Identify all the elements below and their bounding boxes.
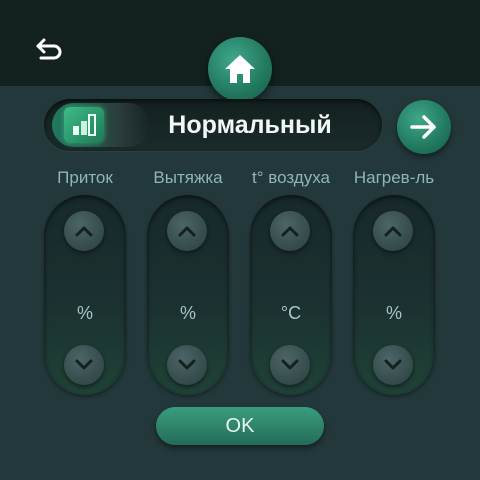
heater-value: %: [385, 303, 402, 323]
chevron-down-icon: [75, 359, 93, 370]
column-header-exhaust: Вытяжка: [153, 168, 223, 187]
air-temp-control: °C: [250, 195, 332, 395]
supply-value: %: [76, 303, 93, 323]
chevron-down-icon: [384, 359, 402, 370]
heater-control: %: [353, 195, 435, 395]
arrow-right-icon: [410, 115, 436, 139]
signal-bars-icon: [64, 107, 104, 143]
air-temp-decrease-button[interactable]: [270, 345, 310, 385]
exhaust-decrease-button[interactable]: [167, 345, 207, 385]
chevron-up-icon: [75, 226, 93, 237]
supply-decrease-button[interactable]: [64, 345, 104, 385]
exhaust-value: %: [179, 303, 196, 323]
column-header-supply: Приток: [57, 168, 113, 187]
exhaust-control: %: [147, 195, 229, 395]
air-temp-increase-button[interactable]: [270, 211, 310, 251]
mode-icon-highlight: [52, 103, 150, 147]
next-mode-button[interactable]: [397, 100, 451, 154]
ok-button[interactable]: OK: [156, 407, 324, 445]
back-arrow-icon: [36, 38, 62, 60]
column-header-air-temp: t° воздуха: [252, 168, 330, 187]
chevron-down-icon: [281, 359, 299, 370]
column-header-heater: Нагрев-ль: [353, 168, 435, 187]
mode-label: Нормальный: [168, 111, 332, 139]
chevron-up-icon: [178, 226, 196, 237]
supply-increase-button[interactable]: [64, 211, 104, 251]
chevron-up-icon: [384, 226, 402, 237]
chevron-down-icon: [178, 359, 196, 370]
chevron-up-icon: [281, 226, 299, 237]
mode-selector[interactable]: Нормальный: [44, 99, 382, 151]
supply-control: %: [44, 195, 126, 395]
home-button[interactable]: [208, 37, 272, 101]
heater-increase-button[interactable]: [373, 211, 413, 251]
heater-decrease-button[interactable]: [373, 345, 413, 385]
air-temp-value: °C: [280, 303, 302, 323]
home-icon: [225, 55, 255, 83]
exhaust-increase-button[interactable]: [167, 211, 207, 251]
back-button[interactable]: [30, 32, 70, 68]
